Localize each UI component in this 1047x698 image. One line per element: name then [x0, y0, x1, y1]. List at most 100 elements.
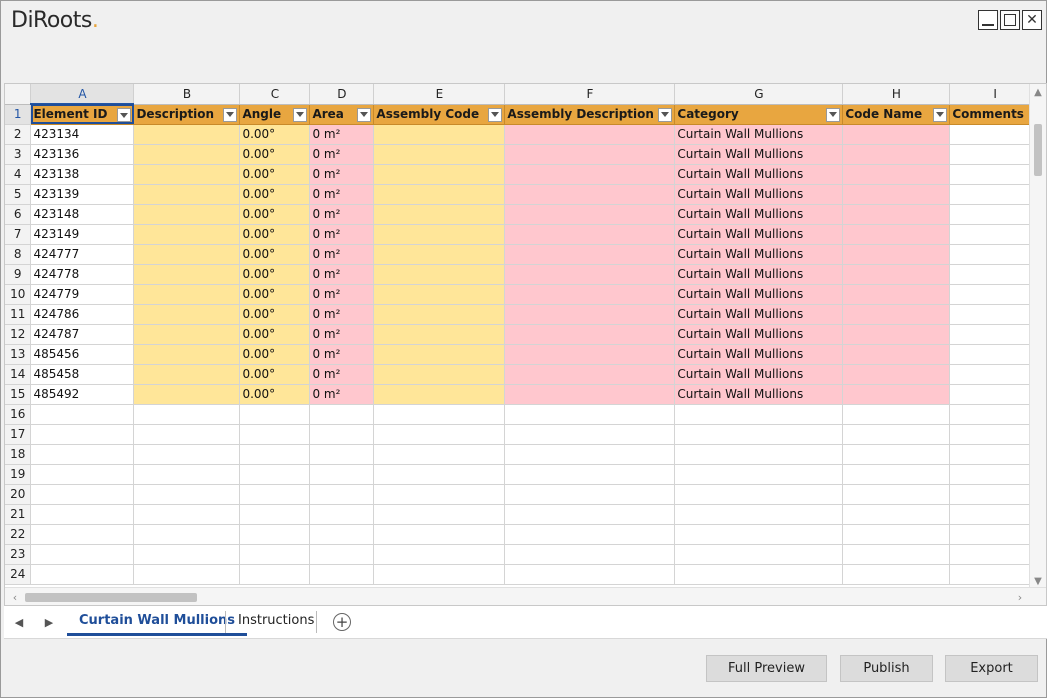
cell[interactable] [133, 144, 241, 165]
cell[interactable] [504, 424, 676, 445]
cell[interactable] [133, 344, 241, 365]
cell[interactable] [133, 504, 241, 525]
cell[interactable]: 0.00° [239, 364, 311, 385]
cell[interactable]: 0.00° [239, 264, 311, 285]
cell[interactable]: 0 m² [309, 204, 375, 225]
row-number[interactable]: 2 [5, 124, 32, 145]
column-header-cell[interactable]: Description [133, 104, 241, 125]
row-number[interactable]: 6 [5, 204, 32, 225]
column-header-cell[interactable]: Area [309, 104, 375, 125]
vertical-scroll-thumb[interactable] [1034, 124, 1042, 176]
cell[interactable]: 0.00° [239, 224, 311, 245]
cell[interactable]: 0 m² [309, 384, 375, 405]
cell[interactable] [949, 484, 1041, 505]
cell[interactable] [239, 484, 311, 505]
cell[interactable] [842, 424, 951, 445]
publish-button[interactable]: Publish [840, 655, 933, 682]
column-letter-a[interactable]: A [30, 84, 135, 105]
cell[interactable] [373, 244, 506, 265]
cell[interactable] [949, 544, 1041, 565]
cell[interactable] [842, 264, 951, 285]
cell[interactable] [674, 484, 844, 505]
column-header-cell[interactable]: Code Name [842, 104, 951, 125]
cell[interactable] [309, 504, 375, 525]
filter-dropdown-icon[interactable] [933, 107, 948, 122]
row-number[interactable]: 3 [5, 144, 32, 165]
column-letter-g[interactable]: G [674, 84, 844, 105]
cell[interactable] [30, 524, 135, 545]
cell[interactable] [309, 484, 375, 505]
cell[interactable] [504, 564, 676, 585]
prev-sheet-icon[interactable]: ◀ [12, 614, 26, 630]
cell[interactable]: Curtain Wall Mullions [674, 364, 844, 385]
cell[interactable]: 485458 [30, 364, 135, 385]
cell[interactable]: 0 m² [309, 184, 375, 205]
cell[interactable] [949, 224, 1041, 245]
cell[interactable] [373, 444, 506, 465]
cell[interactable] [842, 144, 951, 165]
cell[interactable]: 0.00° [239, 304, 311, 325]
cell[interactable] [842, 404, 951, 425]
cell[interactable]: Curtain Wall Mullions [674, 324, 844, 345]
cell[interactable] [674, 524, 844, 545]
cell[interactable]: Curtain Wall Mullions [674, 204, 844, 225]
cell[interactable] [949, 244, 1041, 265]
cell[interactable] [842, 344, 951, 365]
cell[interactable] [133, 324, 241, 345]
cell[interactable] [949, 184, 1041, 205]
cell[interactable] [133, 264, 241, 285]
row-number[interactable]: 15 [5, 384, 32, 405]
cell[interactable] [949, 504, 1041, 525]
column-letter-f[interactable]: F [504, 84, 676, 105]
row-number[interactable]: 24 [5, 564, 32, 585]
cell[interactable]: 485456 [30, 344, 135, 365]
row-number[interactable]: 11 [5, 304, 32, 325]
row-number[interactable]: 18 [5, 444, 32, 465]
cell[interactable] [842, 224, 951, 245]
cell[interactable] [949, 424, 1041, 445]
cell[interactable]: 424779 [30, 284, 135, 305]
row-number[interactable]: 16 [5, 404, 32, 425]
cell[interactable]: Curtain Wall Mullions [674, 124, 844, 145]
cell[interactable] [373, 424, 506, 445]
cell[interactable] [373, 404, 506, 425]
cell[interactable] [842, 184, 951, 205]
cell[interactable] [842, 124, 951, 145]
column-letter-c[interactable]: C [239, 84, 311, 105]
cell[interactable] [30, 444, 135, 465]
horizontal-scrollbar[interactable]: ‹ › [5, 587, 1046, 605]
cell[interactable] [842, 324, 951, 345]
maximize-button[interactable] [1000, 10, 1020, 30]
vertical-scrollbar[interactable]: ▲ ▼ [1029, 84, 1046, 589]
filter-dropdown-icon[interactable] [223, 107, 238, 122]
filter-dropdown-icon[interactable] [658, 107, 673, 122]
cell[interactable] [239, 404, 311, 425]
cell[interactable] [504, 544, 676, 565]
cell[interactable] [133, 304, 241, 325]
cell[interactable] [949, 464, 1041, 485]
column-letter-e[interactable]: E [373, 84, 506, 105]
column-letter-d[interactable]: D [309, 84, 375, 105]
cell[interactable] [373, 144, 506, 165]
cell[interactable] [504, 324, 676, 345]
cell[interactable] [133, 444, 241, 465]
cell[interactable] [239, 544, 311, 565]
spreadsheet[interactable]: ABCDEFGHI 1 Element ID Description Angle Are… [4, 83, 1047, 606]
cell[interactable]: 0 m² [309, 264, 375, 285]
scroll-right-icon[interactable]: › [1012, 589, 1028, 605]
cell[interactable] [373, 284, 506, 305]
cell[interactable] [309, 544, 375, 565]
cell[interactable]: 0.00° [239, 384, 311, 405]
column-header-cell[interactable]: Assembly Description [504, 104, 676, 125]
cell[interactable]: 0 m² [309, 344, 375, 365]
filter-dropdown-icon[interactable] [293, 107, 308, 122]
cell[interactable] [504, 304, 676, 325]
cell[interactable] [239, 464, 311, 485]
cell[interactable]: Curtain Wall Mullions [674, 164, 844, 185]
cell[interactable] [373, 564, 506, 585]
cell[interactable] [133, 464, 241, 485]
column-header-cell[interactable]: Element ID [30, 104, 135, 125]
minimize-button[interactable] [978, 10, 998, 30]
cell[interactable] [842, 564, 951, 585]
cell[interactable] [133, 204, 241, 225]
